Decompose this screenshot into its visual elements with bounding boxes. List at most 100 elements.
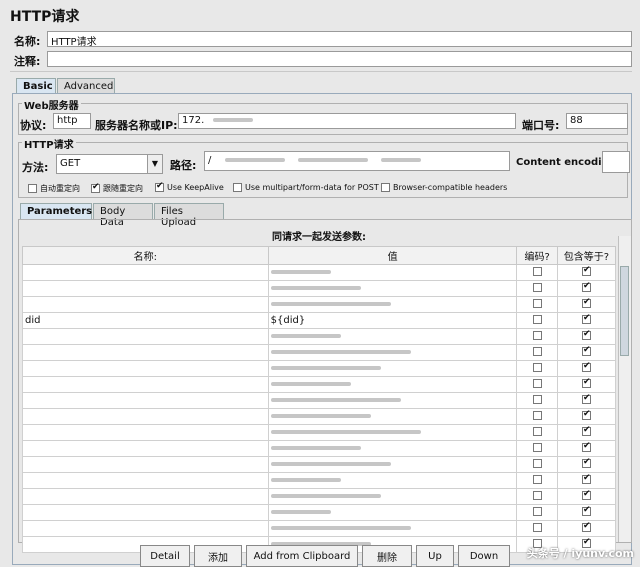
encode-cell[interactable] <box>516 376 558 393</box>
param-value-cell[interactable] <box>267 344 518 361</box>
param-value-cell[interactable] <box>267 440 518 457</box>
encode-checkbox[interactable] <box>532 522 542 532</box>
encode-cell[interactable] <box>516 440 558 457</box>
delete-button[interactable]: 删除 <box>362 545 412 567</box>
table-row[interactable] <box>22 440 617 457</box>
checkbox-box[interactable] <box>381 183 390 192</box>
server-field[interactable]: 172. <box>178 113 516 129</box>
include-equals-checkbox[interactable] <box>581 457 591 468</box>
checkbox-box[interactable] <box>233 183 242 192</box>
include-equals-cell[interactable] <box>556 520 617 537</box>
include-equals-checkbox[interactable] <box>581 377 591 388</box>
column-header-include-equals[interactable]: 包含等于? <box>556 246 617 265</box>
add-from-clipboard-button[interactable]: Add from Clipboard <box>246 545 358 567</box>
down-button[interactable]: Down <box>458 545 510 567</box>
include-equals-cell[interactable] <box>556 376 617 393</box>
encode-cell[interactable] <box>516 344 558 361</box>
param-name-cell[interactable] <box>22 424 269 441</box>
tab-advanced[interactable]: Advanced <box>57 78 115 94</box>
param-name-cell[interactable] <box>22 392 269 409</box>
encode-checkbox[interactable] <box>532 410 542 420</box>
param-name-cell[interactable] <box>22 520 269 537</box>
table-row[interactable] <box>22 296 617 313</box>
include-equals-cell[interactable] <box>556 264 617 281</box>
encode-cell[interactable] <box>516 520 558 537</box>
param-value-cell[interactable] <box>267 296 518 313</box>
include-equals-checkbox[interactable] <box>581 281 591 292</box>
path-field[interactable]: / <box>204 151 510 171</box>
table-row[interactable] <box>22 264 617 281</box>
browser-headers-checkbox[interactable]: Browser-compatible headers <box>381 183 507 192</box>
encode-checkbox[interactable] <box>532 346 542 356</box>
param-value-cell[interactable] <box>267 488 518 505</box>
encode-cell[interactable] <box>516 424 558 441</box>
include-equals-cell[interactable] <box>556 440 617 457</box>
tab-body-data[interactable]: Body Data <box>93 203 153 228</box>
multipart-checkbox[interactable]: Use multipart/form-data for POST <box>233 183 379 192</box>
encode-checkbox[interactable] <box>532 506 542 516</box>
add-button[interactable]: 添加 <box>194 545 242 567</box>
follow-redirect-checkbox[interactable]: 跟随重定向 <box>91 182 143 194</box>
param-name-cell[interactable] <box>22 472 269 489</box>
encode-cell[interactable] <box>516 312 558 329</box>
param-value-cell[interactable] <box>267 328 518 345</box>
scrollbar-thumb[interactable] <box>620 266 629 356</box>
param-name-cell[interactable] <box>22 488 269 505</box>
up-button[interactable]: Up <box>416 545 454 567</box>
include-equals-checkbox[interactable] <box>581 489 591 500</box>
param-name-cell[interactable] <box>22 440 269 457</box>
encode-cell[interactable] <box>516 408 558 425</box>
include-equals-checkbox[interactable] <box>581 329 591 340</box>
include-equals-cell[interactable] <box>556 344 617 361</box>
encode-checkbox[interactable] <box>532 458 542 468</box>
param-name-cell[interactable] <box>22 264 269 281</box>
include-equals-cell[interactable] <box>556 504 617 521</box>
include-equals-cell[interactable] <box>556 280 617 297</box>
name-field[interactable]: HTTP请求 <box>47 31 632 47</box>
column-header-encode[interactable]: 编码? <box>516 246 558 265</box>
method-select[interactable]: GET ▼ <box>56 154 163 174</box>
include-equals-checkbox[interactable] <box>581 313 591 324</box>
param-value-cell[interactable] <box>267 520 518 537</box>
include-equals-checkbox[interactable] <box>581 409 591 420</box>
param-name-cell[interactable] <box>22 504 269 521</box>
param-value-cell[interactable] <box>267 376 518 393</box>
param-name-cell[interactable] <box>22 360 269 377</box>
encode-checkbox[interactable] <box>532 394 542 404</box>
include-equals-checkbox[interactable] <box>581 361 591 372</box>
encode-cell[interactable] <box>516 392 558 409</box>
encode-checkbox[interactable] <box>532 474 542 484</box>
column-header-name[interactable]: 名称: <box>22 246 269 265</box>
include-equals-cell[interactable] <box>556 424 617 441</box>
param-value-cell[interactable] <box>267 264 518 281</box>
table-row[interactable] <box>22 360 617 377</box>
keepalive-checkbox[interactable]: Use KeepAlive <box>155 181 224 192</box>
auto-redirect-checkbox[interactable]: 自动重定向 <box>28 183 80 194</box>
encode-checkbox[interactable] <box>532 378 542 388</box>
param-value-cell[interactable] <box>267 392 518 409</box>
include-equals-checkbox[interactable] <box>581 505 591 516</box>
comment-field[interactable] <box>47 51 632 67</box>
param-name-cell[interactable] <box>22 328 269 345</box>
include-equals-checkbox[interactable] <box>581 393 591 404</box>
include-equals-checkbox[interactable] <box>581 425 591 436</box>
include-equals-cell[interactable] <box>556 328 617 345</box>
table-row[interactable] <box>22 392 617 409</box>
encode-checkbox[interactable] <box>532 298 542 308</box>
encode-cell[interactable] <box>516 280 558 297</box>
param-name-cell[interactable] <box>22 280 269 297</box>
protocol-field[interactable]: http <box>53 113 91 129</box>
encode-checkbox[interactable] <box>532 330 542 340</box>
param-value-cell[interactable] <box>267 472 518 489</box>
detail-button[interactable]: Detail <box>140 545 190 567</box>
param-value-cell[interactable] <box>267 504 518 521</box>
encode-checkbox[interactable] <box>532 266 542 276</box>
param-value-cell[interactable] <box>267 280 518 297</box>
table-row[interactable] <box>22 520 617 537</box>
include-equals-checkbox[interactable] <box>581 297 591 308</box>
encode-cell[interactable] <box>516 456 558 473</box>
include-equals-cell[interactable] <box>556 488 617 505</box>
include-equals-checkbox[interactable] <box>581 345 591 356</box>
table-row[interactable] <box>22 472 617 489</box>
encode-cell[interactable] <box>516 504 558 521</box>
